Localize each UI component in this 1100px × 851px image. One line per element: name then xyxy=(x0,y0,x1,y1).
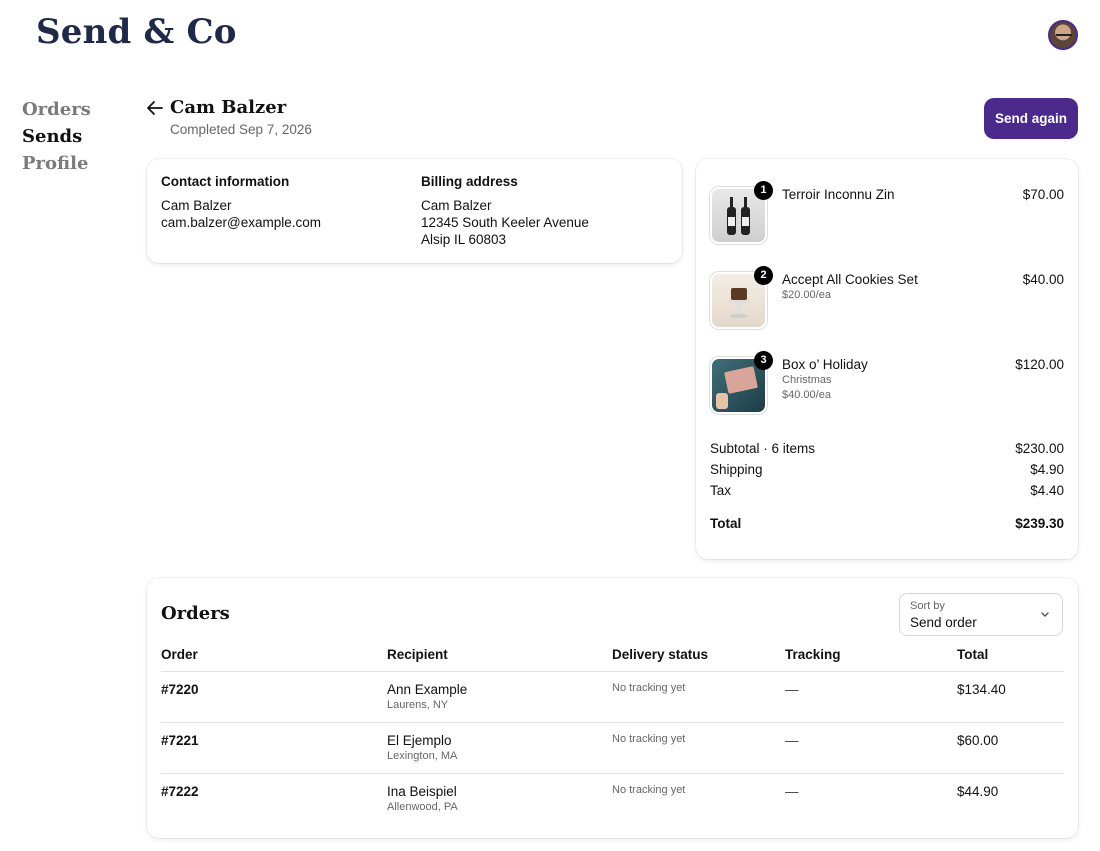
total-row: Total $239.30 xyxy=(710,516,1064,531)
recipient-location: Lexington, MA xyxy=(387,750,458,762)
contact-card: Contact information Cam Balzer cam.balze… xyxy=(147,159,682,263)
chevron-down-icon xyxy=(1041,612,1049,617)
nav-item-profile[interactable]: Profile xyxy=(22,150,91,177)
item-variant: Christmas xyxy=(782,374,832,386)
avatar-glasses xyxy=(1056,34,1072,37)
table-row[interactable]: #7220 Ann Example Laurens, NY No trackin… xyxy=(161,671,1064,722)
orders-title: Orders xyxy=(161,603,230,624)
order-total: $134.40 xyxy=(957,682,1006,697)
recipient-cell: Ina Beispiel Allenwood, PA xyxy=(387,784,458,813)
item-name: Accept All Cookies Set xyxy=(782,272,918,287)
brand-logo[interactable]: Send & Co xyxy=(36,12,237,52)
order-total: $44.90 xyxy=(957,784,999,799)
column-header-delivery-status[interactable]: Delivery status xyxy=(612,647,708,662)
contact-info: Contact information Cam Balzer cam.balze… xyxy=(161,173,321,231)
recipient-cell: El Ejemplo Lexington, MA xyxy=(387,733,457,762)
item-price: $120.00 xyxy=(1015,357,1064,372)
total-value: $239.30 xyxy=(1015,516,1064,531)
delivery-status: No tracking yet xyxy=(612,682,686,694)
page-title: Cam Balzer xyxy=(170,97,287,118)
item-unit-price: $20.00/ea xyxy=(782,289,831,301)
user-avatar[interactable] xyxy=(1048,20,1078,50)
page-subtitle: Completed Sep 7, 2026 xyxy=(170,122,312,137)
sort-select[interactable]: Sort by Send order xyxy=(899,593,1063,636)
column-header-recipient[interactable]: Recipient xyxy=(387,647,448,662)
order-total: $60.00 xyxy=(957,733,999,748)
quantity-badge: 2 xyxy=(754,266,773,285)
tax-value: $4.40 xyxy=(1030,483,1064,498)
shipping-label: Shipping xyxy=(710,462,763,477)
tax-label: Tax xyxy=(710,483,732,498)
billing-address: Billing address Cam Balzer 12345 South K… xyxy=(421,173,589,248)
tracking-value: — xyxy=(785,733,799,748)
billing-city: Alsip IL 60803 xyxy=(421,232,507,247)
recipient-name: Ann Example xyxy=(387,682,468,697)
delivery-status: No tracking yet xyxy=(612,733,686,745)
order-number[interactable]: #7222 xyxy=(161,784,199,799)
nav-item-sends[interactable]: Sends xyxy=(22,123,91,150)
column-header-tracking[interactable]: Tracking xyxy=(785,647,841,662)
column-header-total[interactable]: Total xyxy=(957,647,988,662)
recipient-location: Laurens, NY xyxy=(387,699,449,711)
item-name: Box o’ Holiday xyxy=(782,357,868,372)
recipient-cell: Ann Example Laurens, NY xyxy=(387,682,467,711)
sort-value: Send order xyxy=(910,615,977,630)
sort-label: Sort by xyxy=(910,600,945,612)
contact-heading: Contact information xyxy=(161,174,290,189)
recipient-location: Allenwood, PA xyxy=(387,801,458,813)
billing-name: Cam Balzer xyxy=(421,198,492,213)
line-item: 3 Box o’ Holiday Christmas $40.00/ea $12… xyxy=(710,351,1064,417)
back-arrow-icon[interactable] xyxy=(146,99,164,117)
quantity-badge: 3 xyxy=(754,351,773,370)
table-row[interactable]: #7221 El Ejemplo Lexington, MA No tracki… xyxy=(161,722,1064,773)
recipient-name: El Ejemplo xyxy=(387,733,452,748)
item-price: $40.00 xyxy=(1022,272,1064,287)
contact-name: Cam Balzer xyxy=(161,198,232,213)
line-item: 1 Terroir Inconnu Zin $70.00 xyxy=(710,181,1064,247)
recipient-name: Ina Beispiel xyxy=(387,784,457,799)
quantity-badge: 1 xyxy=(754,181,773,200)
subtotal-value: $230.00 xyxy=(1015,441,1064,456)
order-number[interactable]: #7220 xyxy=(161,682,199,697)
line-item: 2 Accept All Cookies Set $20.00/ea $40.0… xyxy=(710,266,1064,332)
order-number[interactable]: #7221 xyxy=(161,733,199,748)
item-name: Terroir Inconnu Zin xyxy=(782,187,895,202)
contact-email: cam.balzer@example.com xyxy=(161,215,322,230)
nav-item-orders[interactable]: Orders xyxy=(22,96,91,123)
column-header-order[interactable]: Order xyxy=(161,647,198,662)
sidebar-nav: Orders Sends Profile xyxy=(22,96,91,177)
tax-row: Tax $4.40 xyxy=(710,483,1064,498)
shipping-row: Shipping $4.90 xyxy=(710,462,1064,477)
billing-street: 12345 South Keeler Avenue xyxy=(421,215,589,230)
billing-heading: Billing address xyxy=(421,174,518,189)
subtotal-row: Subtotal · 6 items $230.00 xyxy=(710,441,1064,456)
delivery-status: No tracking yet xyxy=(612,784,686,796)
items-card: 1 Terroir Inconnu Zin $70.00 2 Accept Al… xyxy=(696,159,1078,559)
table-row[interactable]: #7222 Ina Beispiel Allenwood, PA No trac… xyxy=(161,773,1064,824)
tracking-value: — xyxy=(785,682,799,697)
item-price: $70.00 xyxy=(1022,187,1064,202)
total-label: Total xyxy=(710,516,742,531)
tracking-value: — xyxy=(785,784,799,799)
orders-card: Orders Sort by Send order Order Recipien… xyxy=(147,578,1078,838)
subtotal-label: Subtotal · 6 items xyxy=(710,441,816,456)
send-again-button[interactable]: Send again xyxy=(984,98,1078,139)
shipping-value: $4.90 xyxy=(1030,462,1064,477)
item-unit-price: $40.00/ea xyxy=(782,389,831,401)
